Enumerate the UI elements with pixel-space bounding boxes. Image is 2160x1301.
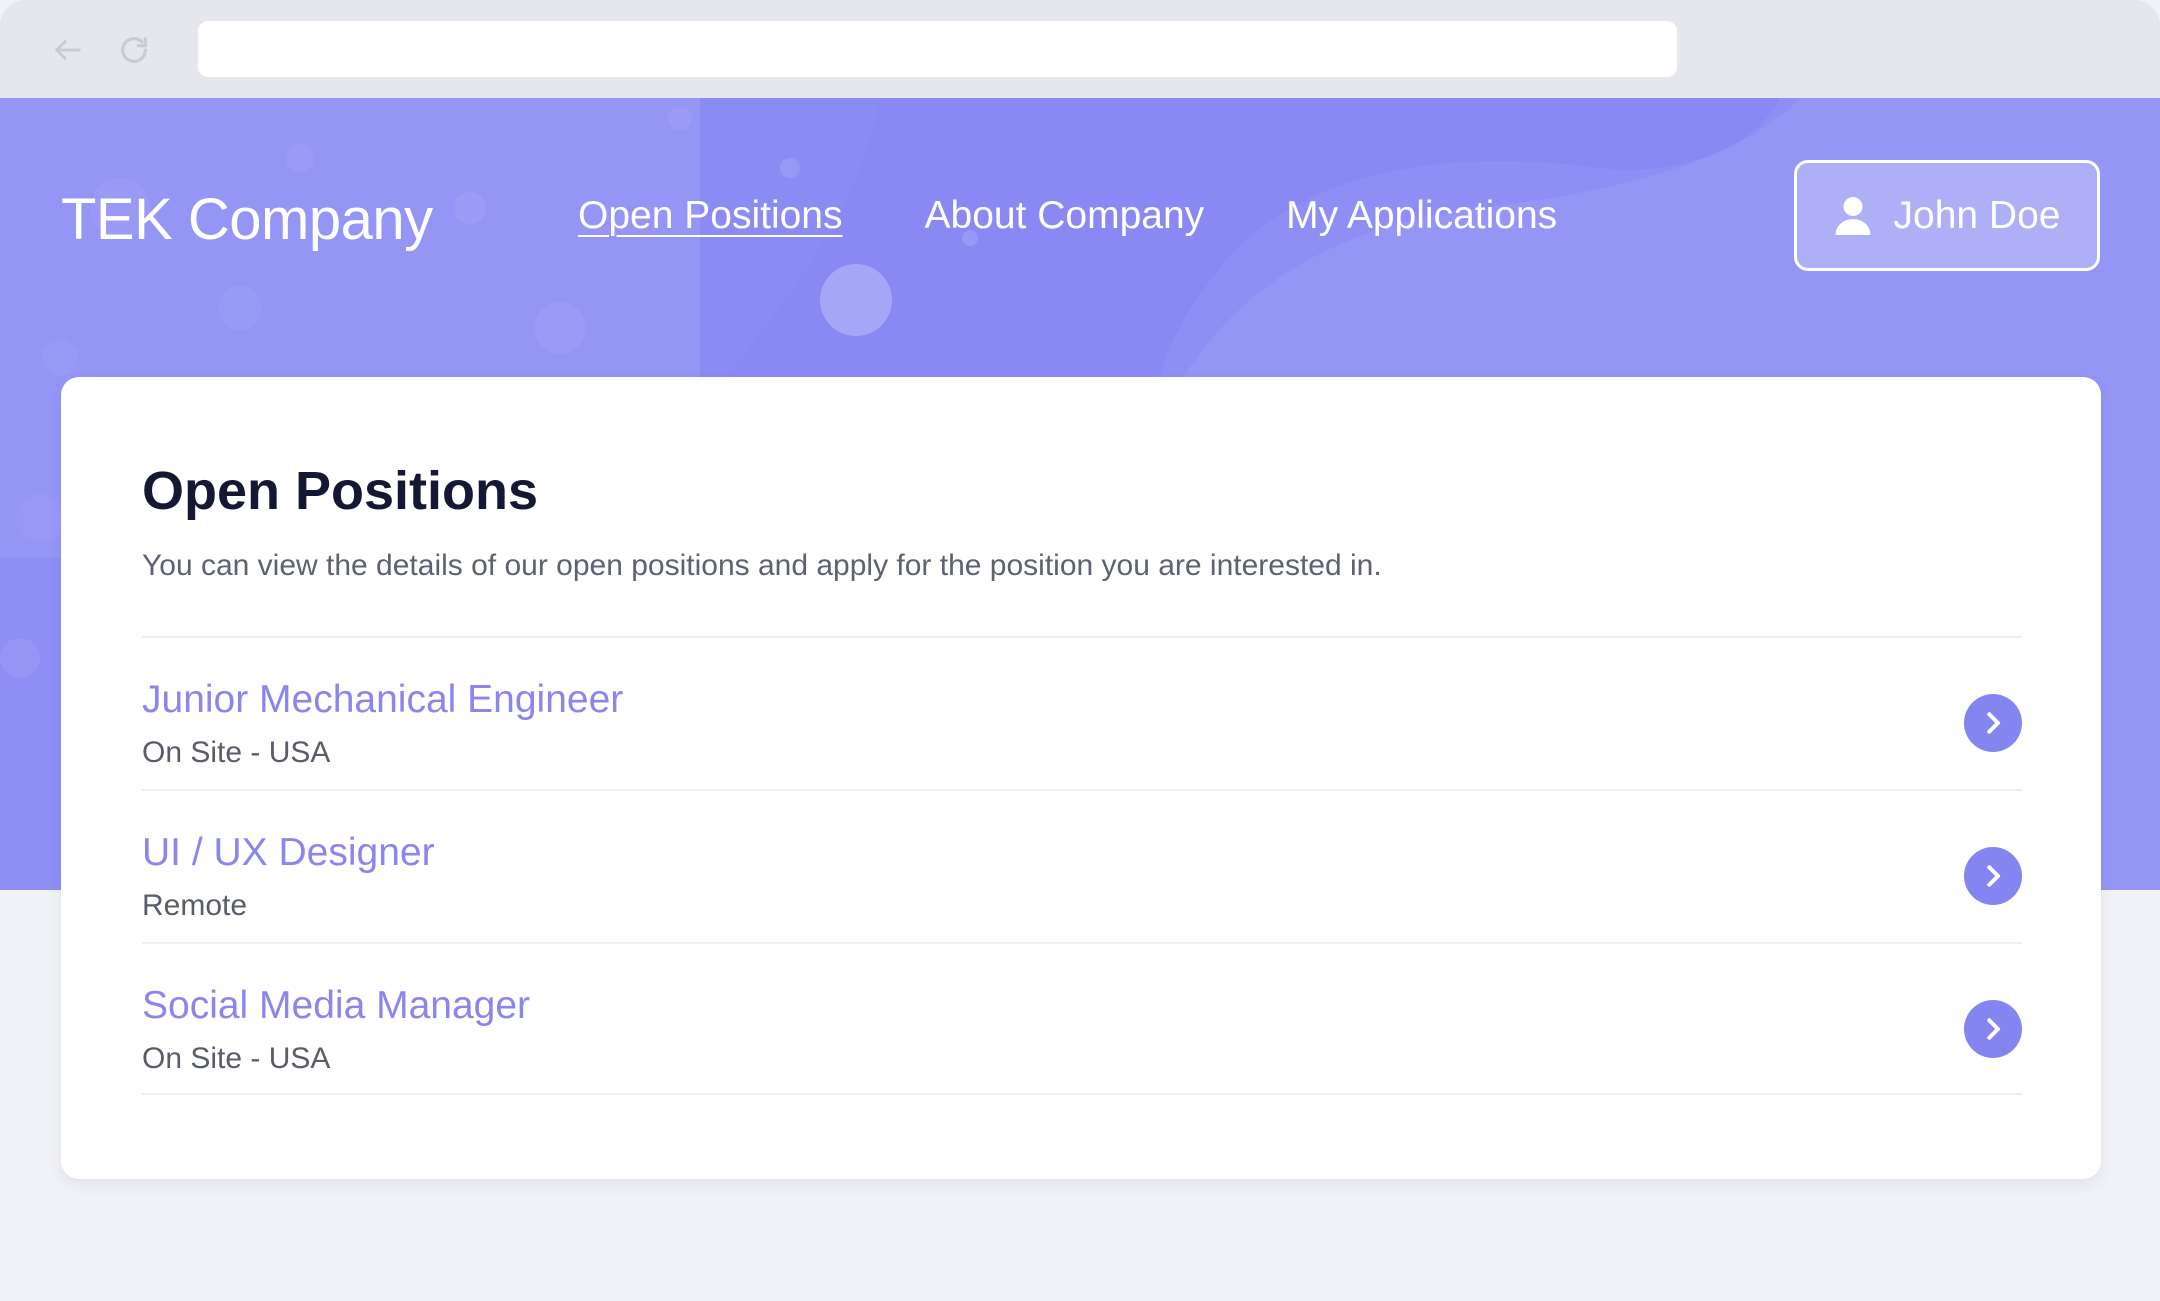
position-row[interactable]: UI / UX Designer Remote bbox=[142, 789, 2022, 942]
reload-button[interactable] bbox=[112, 28, 156, 72]
chevron-right-icon bbox=[1987, 1018, 2000, 1040]
position-title[interactable]: Social Media Manager bbox=[142, 984, 530, 1028]
position-title[interactable]: Junior Mechanical Engineer bbox=[142, 678, 623, 722]
positions-list: Junior Mechanical Engineer On Site - USA… bbox=[142, 636, 2022, 1095]
main-nav: Open Positions About Company My Applicat… bbox=[578, 194, 1557, 238]
browser-window: TEK Company Open Positions About Company… bbox=[0, 0, 2160, 1301]
position-meta: On Site - USA bbox=[142, 1042, 331, 1075]
open-positions-card: Open Positions You can view the details … bbox=[61, 377, 2101, 1179]
page-title: Open Positions bbox=[142, 461, 539, 521]
nav-my-applications[interactable]: My Applications bbox=[1286, 194, 1557, 238]
nav-about-company[interactable]: About Company bbox=[925, 194, 1205, 238]
address-bar[interactable] bbox=[198, 21, 1677, 77]
position-open-button[interactable] bbox=[1964, 694, 2022, 752]
position-open-button[interactable] bbox=[1964, 1000, 2022, 1058]
position-row[interactable]: Junior Mechanical Engineer On Site - USA bbox=[142, 636, 2022, 789]
position-meta: Remote bbox=[142, 889, 248, 922]
page-description: You can view the details of our open pos… bbox=[142, 549, 1382, 582]
browser-toolbar bbox=[0, 0, 2160, 98]
user-menu-button[interactable]: John Doe bbox=[1794, 160, 2100, 271]
user-icon bbox=[1835, 196, 1870, 235]
arrow-left-icon bbox=[55, 40, 81, 60]
position-title[interactable]: UI / UX Designer bbox=[142, 831, 435, 875]
chevron-right-icon bbox=[1987, 865, 2000, 887]
user-name: John Doe bbox=[1893, 193, 2061, 237]
reload-icon bbox=[121, 37, 147, 63]
position-row[interactable]: Social Media Manager On Site - USA bbox=[142, 942, 2022, 1095]
chevron-right-icon bbox=[1987, 712, 2000, 734]
brand-logo[interactable]: TEK Company bbox=[61, 186, 433, 253]
back-button[interactable] bbox=[46, 28, 90, 72]
position-open-button[interactable] bbox=[1964, 847, 2022, 905]
position-meta: On Site - USA bbox=[142, 736, 331, 769]
nav-open-positions[interactable]: Open Positions bbox=[578, 194, 843, 238]
